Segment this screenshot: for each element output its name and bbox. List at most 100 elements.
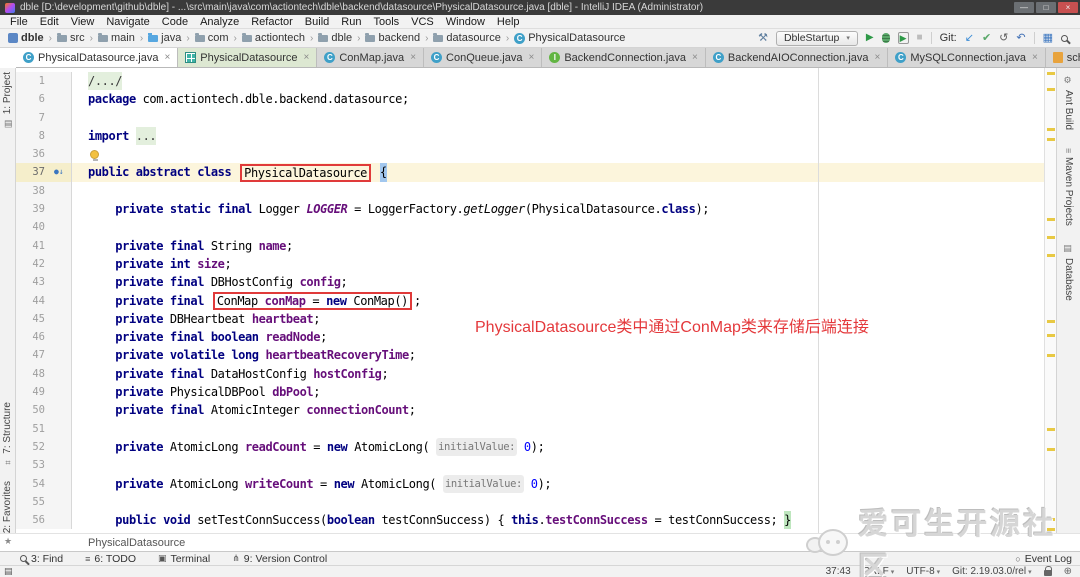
tab-close-icon[interactable]: × (528, 52, 534, 63)
line-number[interactable]: 51 (16, 419, 50, 438)
menu-tools[interactable]: Tools (367, 16, 405, 28)
tab-close-icon[interactable]: × (875, 52, 881, 63)
line-number[interactable]: 7 (16, 108, 50, 127)
line-number[interactable]: 36 (16, 145, 50, 164)
breadcrumb-item-java[interactable]: java (146, 32, 183, 44)
code-text[interactable]: private final String name; (72, 237, 1044, 255)
code-text[interactable]: private static final Logger LOGGER = Log… (72, 200, 1044, 218)
code-text[interactable]: private int size; (72, 255, 1044, 273)
code-text[interactable]: package com.actiontech.dble.backend.data… (72, 90, 1044, 108)
line-number[interactable]: 40 (16, 218, 50, 237)
line-number[interactable]: 41 (16, 236, 50, 255)
code-line-51[interactable]: 51 (16, 419, 1044, 438)
toolwindow-button-terminal[interactable]: ▣ Terminal (158, 553, 210, 565)
code-text[interactable]: private AtomicLong writeCount = new Atom… (72, 474, 1044, 493)
code-line-37[interactable]: 37 ●↓ public abstract class PhysicalDataso… (16, 163, 1044, 182)
menu-file[interactable]: File (4, 16, 34, 28)
code-line-50[interactable]: 50 private final AtomicInteger connectio… (16, 401, 1044, 420)
line-number[interactable]: 54 (16, 474, 50, 493)
menu-help[interactable]: Help (491, 16, 526, 28)
line-number[interactable]: 47 (16, 346, 50, 365)
editor-breadcrumb-item[interactable]: PhysicalDatasource (88, 537, 185, 549)
warning-stripe-mark[interactable] (1047, 138, 1055, 141)
toolwindow-button-find[interactable]: 3: Find (20, 553, 63, 565)
toolwindow-toggle-icon[interactable]: ▤ (4, 566, 13, 577)
code-line-42[interactable]: 42 private int size; (16, 254, 1044, 274)
line-number[interactable]: 43 (16, 273, 50, 292)
breadcrumb-item-dble[interactable]: dble (316, 32, 354, 44)
code-text[interactable]: private final DataHostConfig hostConfig; (72, 365, 1044, 383)
warning-stripe-mark[interactable] (1047, 428, 1055, 431)
warning-stripe-mark[interactable] (1047, 334, 1055, 337)
intention-bulb-icon[interactable] (90, 149, 99, 161)
line-number[interactable]: 50 (16, 401, 50, 420)
breadcrumb-item-com[interactable]: com (193, 32, 231, 44)
build-hammer-icon[interactable]: ⚒ (758, 31, 768, 45)
line-number[interactable]: 44 (16, 291, 50, 310)
line-number[interactable]: 8 (16, 126, 50, 146)
tool-stripe-button-structure[interactable]: ⌗ 7: Structure (2, 402, 13, 467)
code-line-54[interactable]: 54 private AtomicLong writeCount = new A… (16, 474, 1044, 493)
menu-window[interactable]: Window (440, 16, 491, 28)
code-text[interactable]: public abstract class PhysicalDatasource… (72, 163, 1044, 182)
line-number[interactable]: 6 (16, 90, 50, 109)
code-text[interactable] (72, 109, 1044, 127)
maximize-button[interactable]: □ (1036, 2, 1056, 13)
tool-stripe-button-mavenprojects[interactable]: ≡ Maven Projects (1063, 148, 1074, 226)
menu-analyze[interactable]: Analyze (194, 16, 245, 28)
code-line-7[interactable]: 7 (16, 108, 1044, 127)
menu-refactor[interactable]: Refactor (245, 16, 299, 28)
line-number[interactable]: 37 (16, 163, 50, 182)
tab-BackendAIOConnection.java[interactable]: C BackendAIOConnection.java × (705, 48, 889, 67)
git-update-icon[interactable]: ↙ (965, 31, 974, 45)
code-text[interactable]: private PhysicalDBPool dbPool; (72, 383, 1044, 401)
tab-MySQLConnection.java[interactable]: C MySQLConnection.java × (888, 48, 1046, 67)
menu-code[interactable]: Code (156, 16, 194, 28)
warning-stripe-mark[interactable] (1047, 320, 1055, 323)
code-editor[interactable]: 1 /.../ 6 package com.actiontech.dble.backe… (16, 68, 1044, 533)
tool-stripe-button-project[interactable]: ▤ 1: Project (2, 72, 13, 128)
line-number[interactable]: 1 (16, 72, 50, 91)
warning-stripe-mark[interactable] (1047, 218, 1055, 221)
code-line-49[interactable]: 49 private PhysicalDBPool dbPool; (16, 383, 1044, 402)
code-text[interactable]: private final DBHostConfig config; (72, 273, 1044, 291)
code-text[interactable]: import ... (72, 126, 1044, 146)
warning-stripe-mark[interactable] (1047, 448, 1055, 451)
code-text[interactable] (72, 145, 1044, 163)
breadcrumb-item-actiontech[interactable]: actiontech (240, 32, 307, 44)
warning-stripe-mark[interactable] (1047, 128, 1055, 131)
breadcrumb-item-PhysicalDatasource[interactable]: C PhysicalDatasource (512, 32, 627, 44)
code-text[interactable] (72, 182, 1044, 200)
warning-stripe-mark[interactable] (1047, 354, 1055, 357)
warning-stripe-mark[interactable] (1047, 72, 1055, 75)
stop-button[interactable]: ■ (917, 31, 923, 45)
line-number[interactable]: 39 (16, 200, 50, 219)
close-button[interactable]: × (1058, 2, 1078, 13)
tab-PhysicalDatasource.java[interactable]: C PhysicalDatasource.java × (16, 48, 179, 67)
code-text[interactable]: private final ConMap conMap = new ConMap… (72, 291, 1044, 310)
code-text[interactable]: private final AtomicInteger connectionCo… (72, 401, 1044, 419)
line-number[interactable]: 46 (16, 328, 50, 347)
line-number[interactable]: 49 (16, 383, 50, 402)
code-line-39[interactable]: 39 private static final Logger LOGGER = … (16, 200, 1044, 219)
error-stripe-scrollbar[interactable] (1044, 68, 1056, 533)
code-line-36[interactable]: 36 (16, 145, 1044, 164)
git-commit-icon[interactable]: ✔ (982, 31, 991, 45)
code-line-44[interactable]: 44 private final ConMap conMap = new Con… (16, 291, 1044, 310)
code-text[interactable]: private volatile long heartbeatRecoveryT… (72, 346, 1044, 364)
history-icon[interactable]: ↺ (999, 31, 1008, 45)
line-number[interactable]: 55 (16, 492, 50, 512)
menu-run[interactable]: Run (335, 16, 367, 28)
run-button[interactable]: ▶ (866, 31, 874, 45)
tab-BackendConnection.java[interactable]: I BackendConnection.java × (542, 48, 706, 67)
tab-close-icon[interactable]: × (304, 52, 310, 63)
toolwindow-button-vcs[interactable]: ⋔ 9: Version Control (232, 553, 327, 565)
code-text[interactable]: /.../ (72, 72, 1044, 91)
minimize-button[interactable]: — (1014, 2, 1034, 13)
line-number[interactable]: 48 (16, 364, 50, 384)
code-line-41[interactable]: 41 private final String name; (16, 236, 1044, 255)
code-text[interactable] (72, 218, 1044, 236)
code-text[interactable] (72, 456, 1044, 474)
code-line-40[interactable]: 40 (16, 218, 1044, 237)
menu-navigate[interactable]: Navigate (100, 16, 155, 28)
